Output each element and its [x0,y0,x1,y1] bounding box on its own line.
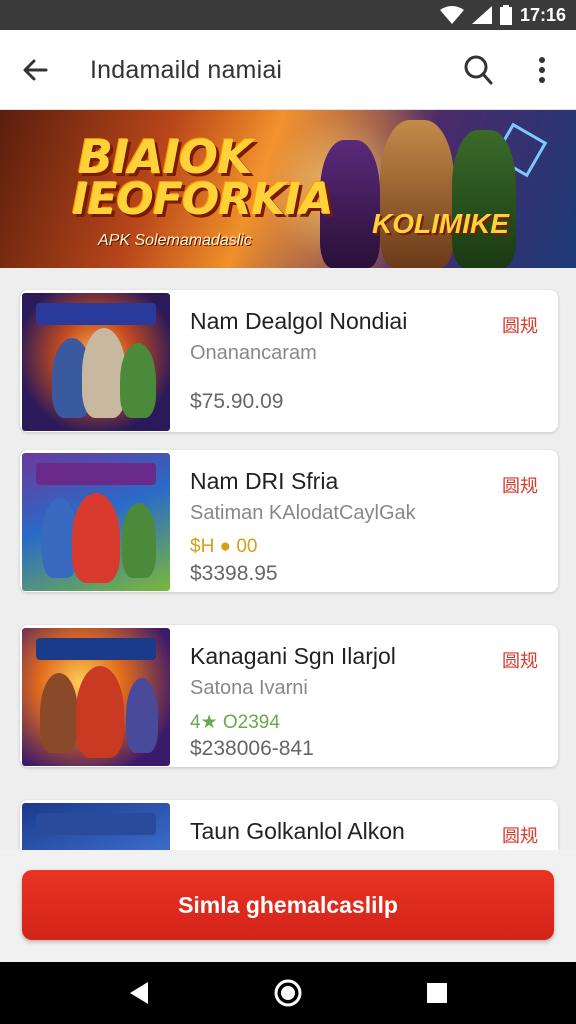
primary-action-button[interactable]: Simla ghemalcaslilp [22,870,554,940]
banner-headline-2: IEOFORKIA [72,174,334,225]
status-time: 17:16 [519,4,566,25]
nav-back-icon[interactable] [124,978,154,1008]
game-price: $75.90.09 [190,390,284,413]
game-subtitle: Satiman KAlodatCaylGak [190,502,416,524]
game-badge[interactable]: 圆规 [502,822,538,848]
game-title: Kanagani Sgn Ilarjol [190,643,396,669]
game-card[interactable]: Nam DRI Sfria Satiman KAlodatCaylGak $H … [20,450,558,592]
nav-home-icon[interactable] [273,978,303,1008]
game-title: Taun Golkanlol Alkon [190,818,405,844]
battery-icon [499,5,512,25]
game-title: Nam DRI Sfria [190,468,339,494]
game-price: $3398.95 [190,562,278,585]
system-nav-bar [0,962,576,1024]
game-price: $238006-841 [190,737,314,760]
wifi-icon [439,6,464,24]
signal-icon [471,6,492,24]
banner-hero-warrior [380,120,454,268]
game-badge[interactable]: 圆规 [502,312,538,338]
nav-recents-icon[interactable] [422,978,452,1008]
app-bar: Indamaild namiai [0,30,576,110]
more-vert-icon[interactable] [530,52,554,88]
game-subtitle: Satona Ivarni [190,677,308,699]
status-bar: 17:16 [0,0,576,30]
game-thumbnail [22,453,170,591]
promo-banner[interactable]: BIAIOK IEOFORKIA APK Solemamadaslic KOLI… [0,110,576,268]
back-arrow-icon[interactable] [18,52,54,88]
banner-hero-green [452,130,516,268]
game-card[interactable]: Kanagani Sgn Ilarjol Satona Ivarni 4★ O2… [20,625,558,767]
banner-subline: APK Solemamadaslic [98,232,252,249]
game-badge[interactable]: 圆规 [502,647,538,673]
page-title: Indamaild namiai [90,56,283,84]
game-rating: $H ● 00 [190,536,258,557]
game-title: Nam Dealgol Nondiai [190,308,408,334]
game-subtitle: Onanancaram [190,342,317,364]
game-card[interactable]: Nam Dealgol Nondiai Onanancaram $75.90.0… [20,290,558,432]
game-badge[interactable]: 圆规 [502,472,538,498]
banner-tag: KOLIMIKE [372,208,509,239]
game-thumbnail [22,293,170,431]
search-icon[interactable] [460,52,496,88]
game-thumbnail [22,628,170,766]
game-rating: 4★ O2394 [190,712,280,733]
